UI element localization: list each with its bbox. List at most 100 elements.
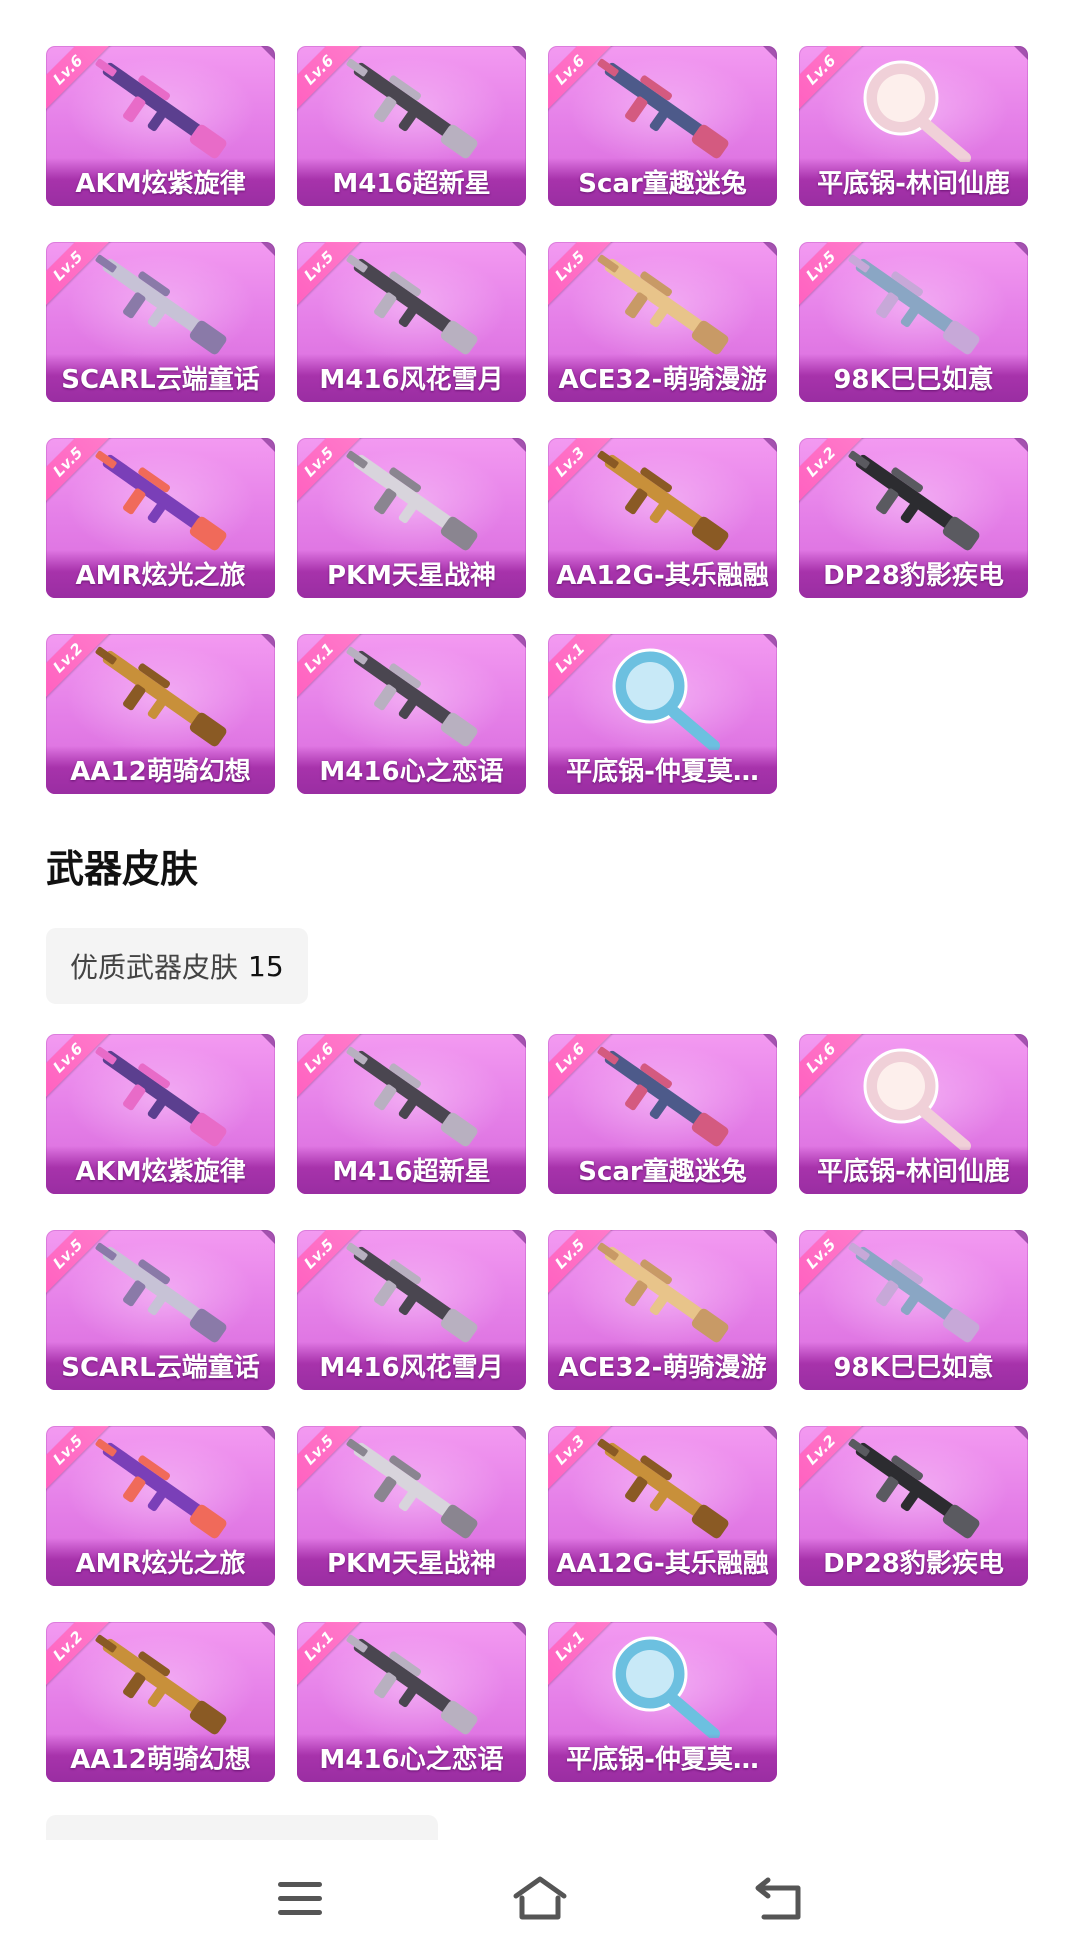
skin-name: 平底锅-仲夏莫… <box>548 746 777 794</box>
skin-card[interactable]: Lv.6 平底锅-林间仙鹿 <box>799 46 1028 206</box>
amr-sniper-icon <box>82 1434 242 1542</box>
scarl-rifle-icon <box>82 250 242 358</box>
skin-card[interactable]: Lv.5 AMR炫光之旅 <box>46 1426 275 1586</box>
skin-card[interactable]: Lv.5 M416风花雪月 <box>297 1230 526 1390</box>
section-title: 武器皮肤 <box>46 847 199 891</box>
akm-rifle-icon <box>82 1042 242 1150</box>
skin-name: DP28豹影疾电 <box>799 1538 1028 1586</box>
skin-name: 平底锅-仲夏莫… <box>548 1734 777 1782</box>
skin-card[interactable]: Lv.6 M416超新星 <box>297 46 526 206</box>
aa12-shotgun-icon <box>82 1630 242 1738</box>
skin-card[interactable]: Lv.5 ACE32-萌骑漫游 <box>548 1230 777 1390</box>
skin-card[interactable]: Lv.6 AKM炫紫旋律 <box>46 46 275 206</box>
skin-card[interactable]: Lv.5 ACE32-萌骑漫游 <box>548 242 777 402</box>
skin-card[interactable]: Lv.2 AA12萌骑幻想 <box>46 1622 275 1782</box>
skin-name: M416超新星 <box>297 158 526 206</box>
skin-name: 平底锅-林间仙鹿 <box>799 1146 1028 1194</box>
skin-name: 98K巳巳如意 <box>799 354 1028 402</box>
skin-name: AA12G-其乐融融 <box>548 1538 777 1586</box>
skin-name: Scar童趣迷兔 <box>548 158 777 206</box>
skin-name: Scar童趣迷兔 <box>548 1146 777 1194</box>
skin-name: PKM天星战神 <box>297 1538 526 1586</box>
skin-name: AA12萌骑幻想 <box>46 1734 275 1782</box>
skin-card[interactable]: Lv.5 98K巳巳如意 <box>799 1230 1028 1390</box>
skin-name: SCARL云端童话 <box>46 354 275 402</box>
home-icon <box>513 1876 567 1920</box>
skin-name: DP28豹影疾电 <box>799 550 1028 598</box>
skin-card[interactable]: Lv.5 98K巳巳如意 <box>799 242 1028 402</box>
skin-name: AKM炫紫旋律 <box>46 158 275 206</box>
skin-card[interactable]: Lv.5 SCARL云端童话 <box>46 242 275 402</box>
m416-rifle-icon <box>333 54 493 162</box>
aa12-shotgun-icon <box>584 1434 744 1542</box>
back-button[interactable] <box>740 1864 820 1934</box>
ace32-rifle-icon <box>584 1238 744 1346</box>
ace32-rifle-icon <box>584 250 744 358</box>
amr-sniper-icon <box>82 446 242 554</box>
skin-grid-top: Lv.6 AKM炫紫旋律 Lv.6 M416超新星 Lv.6 Scar童趣迷兔 Lv.… <box>46 46 1028 794</box>
skin-inventory-page: Lv.6 AKM炫紫旋律 Lv.6 M416超新星 Lv.6 Scar童趣迷兔 Lv.… <box>0 0 1080 1958</box>
skin-name: AA12G-其乐融融 <box>548 550 777 598</box>
menu-icon <box>278 1882 322 1915</box>
skin-card[interactable]: Lv.2 DP28豹影疾电 <box>799 438 1028 598</box>
skin-name: ACE32-萌骑漫游 <box>548 1342 777 1390</box>
skin-card[interactable]: Lv.6 M416超新星 <box>297 1034 526 1194</box>
skin-name: AKM炫紫旋律 <box>46 1146 275 1194</box>
skin-name: 98K巳巳如意 <box>799 1342 1028 1390</box>
pan-mirror-icon <box>835 54 995 164</box>
aa12-shotgun-icon <box>82 642 242 750</box>
skin-card[interactable]: Lv.6 平底锅-林间仙鹿 <box>799 1034 1028 1194</box>
skin-name: M416风花雪月 <box>297 1342 526 1390</box>
skin-card[interactable]: Lv.1 平底锅-仲夏莫… <box>548 1622 777 1782</box>
m416-rifle-icon <box>333 1042 493 1150</box>
skin-name: ACE32-萌骑漫游 <box>548 354 777 402</box>
menu-button[interactable] <box>260 1864 340 1934</box>
skin-name: M416心之恋语 <box>297 746 526 794</box>
skin-card[interactable]: Lv.5 SCARL云端童话 <box>46 1230 275 1390</box>
skin-card[interactable]: Lv.5 M416风花雪月 <box>297 242 526 402</box>
skin-card[interactable]: Lv.1 平底锅-仲夏莫… <box>548 634 777 794</box>
skin-card[interactable]: Lv.5 PKM天星战神 <box>297 438 526 598</box>
filter-label: 优质武器皮肤 <box>70 951 239 984</box>
pan-icon <box>584 642 744 752</box>
skin-name: 平底锅-林间仙鹿 <box>799 158 1028 206</box>
pan-icon <box>584 1630 744 1740</box>
m416-rifle-icon <box>333 250 493 358</box>
skin-card[interactable]: Lv.3 AA12G-其乐融融 <box>548 1426 777 1586</box>
scar-rifle-icon <box>584 54 744 162</box>
pkm-machinegun-icon <box>333 446 493 554</box>
home-button[interactable] <box>500 1864 580 1934</box>
akm-rifle-icon <box>82 54 242 162</box>
quality-filter-chip[interactable]: 优质武器皮肤 15 <box>46 928 308 1004</box>
dp28-machinegun-icon <box>835 1434 995 1542</box>
skin-card[interactable]: Lv.6 Scar童趣迷兔 <box>548 46 777 206</box>
scar-rifle-icon <box>584 1042 744 1150</box>
pkm-machinegun-icon <box>333 1434 493 1542</box>
skin-card[interactable]: Lv.6 AKM炫紫旋律 <box>46 1034 275 1194</box>
skin-card[interactable]: Lv.6 Scar童趣迷兔 <box>548 1034 777 1194</box>
skin-name: M416心之恋语 <box>297 1734 526 1782</box>
dp28-machinegun-icon <box>835 446 995 554</box>
back-icon <box>755 1877 801 1920</box>
skin-name: AA12萌骑幻想 <box>46 746 275 794</box>
m416-rifle-icon <box>333 1238 493 1346</box>
skin-grid-bottom: Lv.6 AKM炫紫旋律 Lv.6 M416超新星 Lv.6 Scar童趣迷兔 Lv.… <box>46 1034 1028 1782</box>
98k-sniper-icon <box>835 1238 995 1346</box>
skin-card[interactable]: Lv.5 PKM天星战神 <box>297 1426 526 1586</box>
aa12-shotgun-icon <box>584 446 744 554</box>
skin-name: AMR炫光之旅 <box>46 1538 275 1586</box>
pan-mirror-icon <box>835 1042 995 1152</box>
skin-name: M416超新星 <box>297 1146 526 1194</box>
m416-rifle-icon <box>333 642 493 750</box>
skin-card[interactable]: Lv.1 M416心之恋语 <box>297 1622 526 1782</box>
skin-card[interactable]: Lv.2 DP28豹影疾电 <box>799 1426 1028 1586</box>
m416-rifle-icon <box>333 1630 493 1738</box>
skin-card[interactable]: Lv.2 AA12萌骑幻想 <box>46 634 275 794</box>
skin-name: SCARL云端童话 <box>46 1342 275 1390</box>
skin-card[interactable]: Lv.3 AA12G-其乐融融 <box>548 438 777 598</box>
skin-card[interactable]: Lv.5 AMR炫光之旅 <box>46 438 275 598</box>
skin-card[interactable]: Lv.1 M416心之恋语 <box>297 634 526 794</box>
skin-name: M416风花雪月 <box>297 354 526 402</box>
system-nav-bar <box>0 1840 1080 1958</box>
98k-sniper-icon <box>835 250 995 358</box>
